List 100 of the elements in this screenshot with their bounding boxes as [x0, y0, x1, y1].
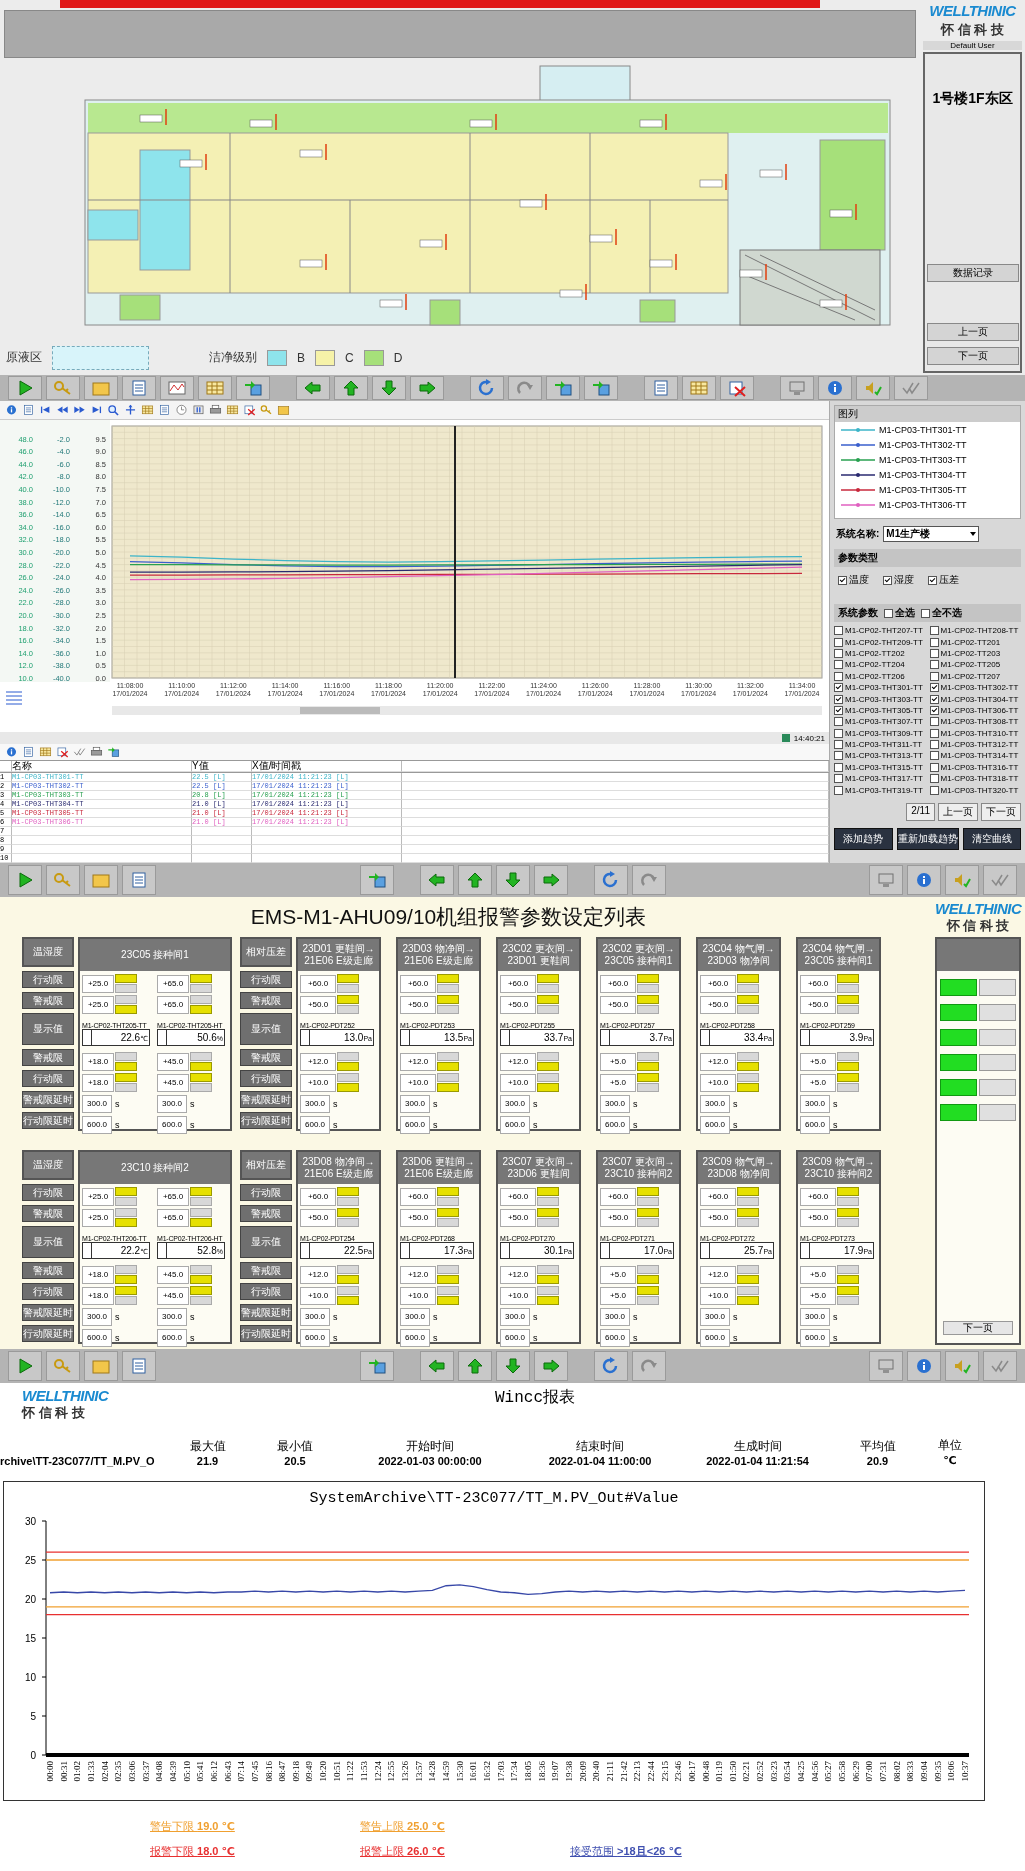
table-tool-button[interactable] — [38, 746, 53, 758]
toolbar-button[interactable] — [8, 865, 42, 895]
toggle-switch[interactable] — [537, 1073, 559, 1092]
value-field[interactable]: +12.0 — [400, 1265, 436, 1284]
value-field[interactable]: +50.0 — [300, 995, 336, 1014]
toggle-switch[interactable] — [837, 1265, 859, 1284]
table-tool-button[interactable] — [21, 746, 36, 758]
value-field[interactable]: +18.0 — [82, 1286, 114, 1305]
delay-field[interactable]: 300.0 — [300, 1307, 330, 1326]
chart-tool-button[interactable] — [174, 404, 189, 416]
chart-tool-button[interactable] — [21, 404, 36, 416]
toolbar-button[interactable] — [533, 865, 568, 895]
value-field[interactable]: +10.0 — [500, 1073, 536, 1092]
toolbar-button[interactable] — [410, 376, 444, 400]
value-field[interactable]: +10.0 — [700, 1073, 736, 1092]
chart-tool-button[interactable] — [123, 404, 138, 416]
toggle-switch[interactable] — [337, 1286, 359, 1305]
toggle-switch[interactable] — [337, 974, 359, 993]
delay-field[interactable]: 300.0 — [300, 1094, 330, 1113]
toggle-switch[interactable] — [190, 974, 212, 993]
toggle-switch[interactable] — [837, 1073, 859, 1092]
toolbar-button[interactable] — [631, 865, 666, 895]
checkbox-option[interactable]: M1-CP02-TT207 — [929, 670, 1021, 682]
toggle-switch[interactable] — [737, 1052, 759, 1071]
toolbar-button[interactable] — [907, 865, 941, 895]
value-field[interactable]: +12.0 — [500, 1265, 536, 1284]
toggle-switch[interactable] — [537, 1286, 559, 1305]
mode-button[interactable] — [940, 1104, 977, 1121]
value-field[interactable]: +12.0 — [300, 1052, 336, 1071]
value-field[interactable]: +45.0 — [157, 1073, 189, 1092]
toggle-switch[interactable] — [537, 1265, 559, 1284]
toggle-switch[interactable] — [737, 995, 759, 1014]
toggle-switch[interactable] — [337, 995, 359, 1014]
toggle-switch[interactable] — [837, 1052, 859, 1071]
action-button[interactable]: 重新加载趋势 — [896, 827, 959, 850]
value-field[interactable]: +60.0 — [700, 1187, 736, 1206]
value-field[interactable]: +18.0 — [82, 1052, 114, 1071]
system-dropdown[interactable]: M1生产楼 — [883, 526, 980, 542]
toolbar-button[interactable] — [644, 376, 678, 400]
checkbox-option[interactable]: 全选 — [884, 606, 915, 620]
data-record-button[interactable]: 数据记录 — [926, 264, 1019, 282]
trend-lines-icon[interactable] — [5, 691, 23, 705]
delay-field[interactable]: 600.0 — [700, 1115, 730, 1134]
toggle-switch[interactable] — [637, 974, 659, 993]
value-field[interactable]: +25.0 — [82, 1187, 114, 1206]
chart-tool-button[interactable] — [106, 404, 121, 416]
mode-button[interactable] — [979, 1054, 1016, 1071]
toggle-switch[interactable] — [737, 974, 759, 993]
checkbox-option[interactable]: M1-CP03-THT319-TT — [834, 784, 926, 796]
delay-field[interactable]: 600.0 — [300, 1328, 330, 1347]
toolbar-button[interactable] — [533, 1351, 568, 1381]
toggle-switch[interactable] — [537, 995, 559, 1014]
toolbar-button[interactable] — [419, 1351, 454, 1381]
toggle-switch[interactable] — [537, 1208, 559, 1227]
checkbox-option[interactable]: M1-CP03-THT320-TT — [929, 784, 1021, 796]
value-field[interactable]: +5.0 — [600, 1073, 636, 1092]
value-field[interactable]: +12.0 — [400, 1052, 436, 1071]
toggle-switch[interactable] — [115, 1265, 137, 1284]
checkbox-option[interactable]: M1-CP03-THT303-TT — [834, 693, 926, 705]
mode-button[interactable] — [979, 1079, 1016, 1096]
delay-field[interactable]: 300.0 — [700, 1307, 730, 1326]
value-field[interactable]: +5.0 — [800, 1286, 836, 1305]
value-field[interactable]: +65.0 — [157, 1208, 189, 1227]
toggle-switch[interactable] — [190, 1208, 212, 1227]
next-page-button[interactable]: 下一页 — [981, 802, 1021, 821]
toggle-switch[interactable] — [437, 995, 459, 1014]
checkbox-option[interactable]: 压差 — [928, 573, 959, 587]
value-field[interactable]: +5.0 — [600, 1286, 636, 1305]
toolbar-button[interactable] — [122, 1351, 156, 1381]
value-field[interactable]: +18.0 — [82, 1073, 114, 1092]
toolbar-button[interactable] — [419, 865, 454, 895]
delay-field[interactable]: 300.0 — [82, 1094, 112, 1113]
toggle-switch[interactable] — [437, 1052, 459, 1071]
toolbar-button[interactable] — [983, 1351, 1017, 1381]
chart-tool-button[interactable] — [242, 404, 257, 416]
chart-tool-button[interactable] — [191, 404, 206, 416]
mode-button[interactable] — [940, 1029, 977, 1046]
delay-field[interactable]: 300.0 — [157, 1094, 187, 1113]
chart-tool-button[interactable] — [276, 404, 291, 416]
chart-tool-button[interactable] — [72, 404, 87, 416]
toggle-switch[interactable] — [837, 1187, 859, 1206]
delay-field[interactable]: 300.0 — [600, 1094, 630, 1113]
toggle-switch[interactable] — [115, 974, 137, 993]
value-field[interactable]: +65.0 — [157, 995, 189, 1014]
delay-field[interactable]: 600.0 — [82, 1328, 112, 1347]
toolbar-button[interactable] — [983, 865, 1017, 895]
toolbar-button[interactable] — [631, 1351, 666, 1381]
toggle-switch[interactable] — [437, 1187, 459, 1206]
value-field[interactable]: +65.0 — [157, 974, 189, 993]
checkbox-option[interactable]: M1-CP03-THT304-TT — [929, 693, 1021, 705]
mode-button[interactable] — [979, 979, 1016, 996]
checkbox-option[interactable]: M1-CP03-THT311-TT — [834, 738, 926, 751]
value-field[interactable]: +25.0 — [82, 1208, 114, 1227]
checkbox-option[interactable]: M1-CP03-THT308-TT — [929, 716, 1021, 728]
checkbox-option[interactable]: 湿度 — [883, 573, 914, 587]
toolbar-button[interactable] — [720, 376, 754, 400]
checkbox-option[interactable]: M1-CP03-THT314-TT — [929, 750, 1021, 762]
toolbar-button[interactable] — [334, 376, 368, 400]
toolbar-button[interactable] — [236, 376, 270, 400]
toggle-switch[interactable] — [737, 1208, 759, 1227]
